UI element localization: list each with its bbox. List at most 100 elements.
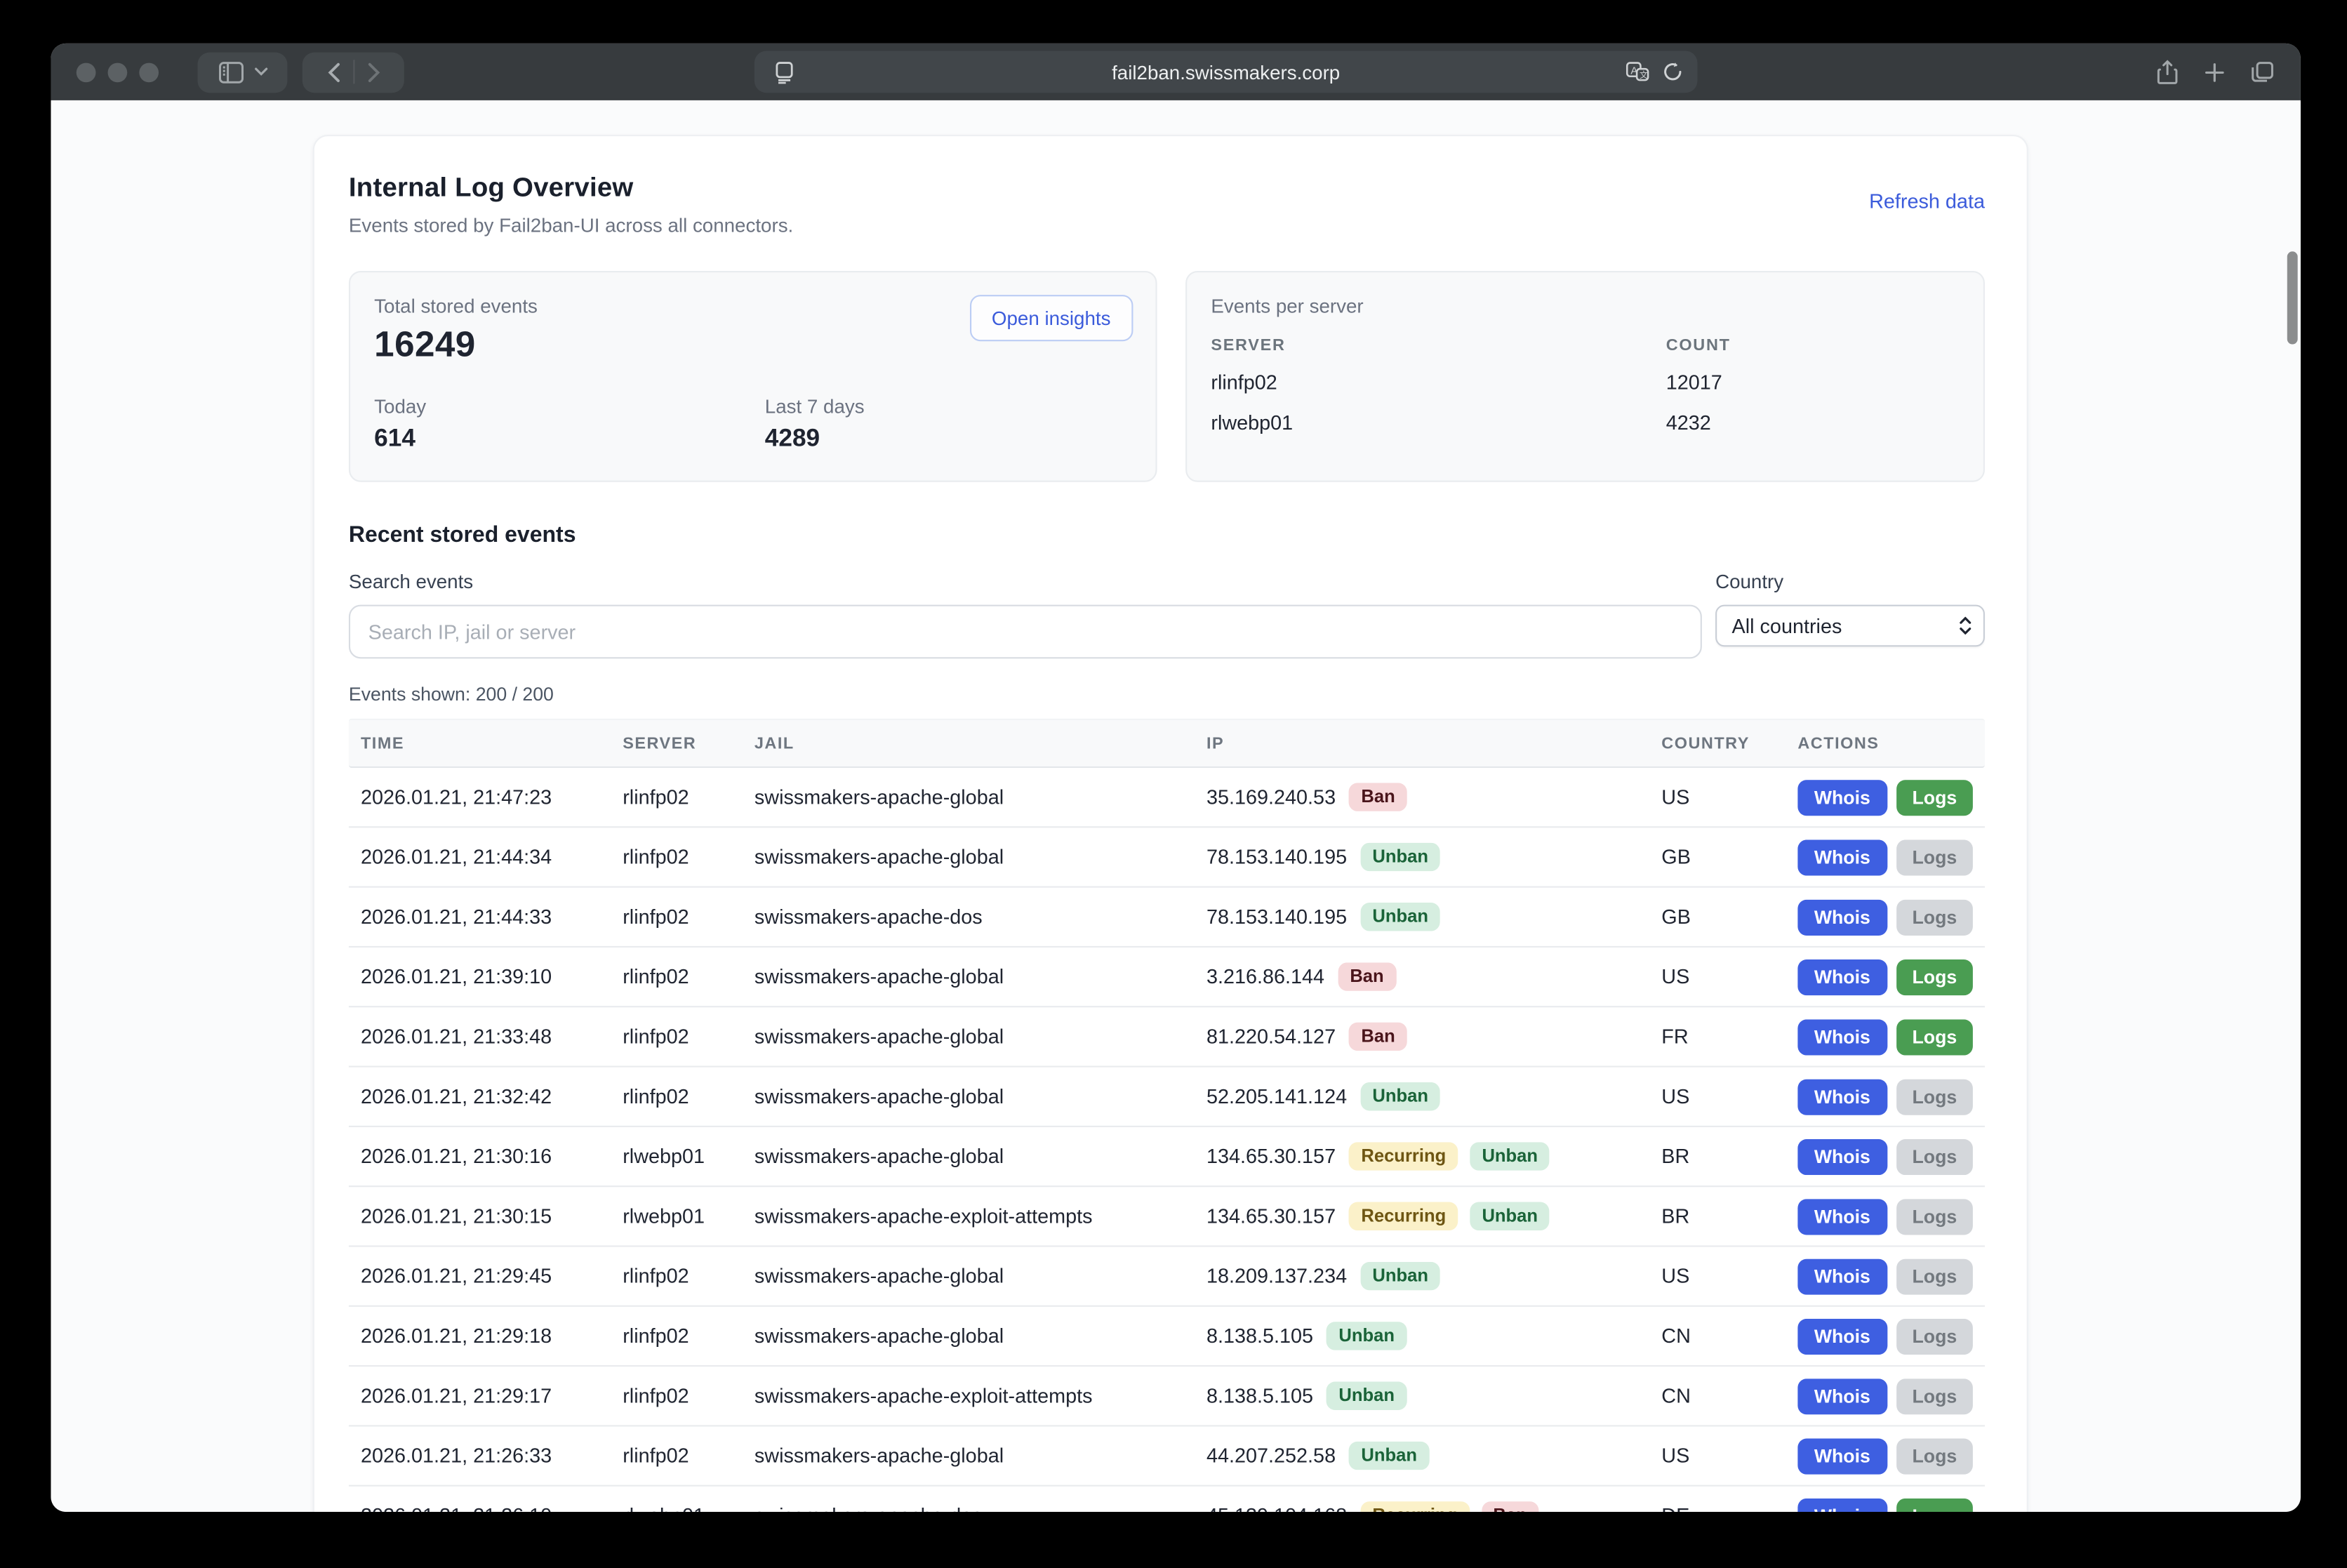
per-server-col-server: SERVER (1211, 337, 1665, 355)
logs-button[interactable]: Logs (1896, 1258, 1974, 1294)
whois-button[interactable]: Whois (1797, 1079, 1887, 1115)
open-insights-button[interactable]: Open insights (969, 295, 1133, 341)
whois-button[interactable]: Whois (1797, 1198, 1887, 1234)
chevron-down-icon (253, 67, 267, 77)
event-time: 2026.01.21, 21:39:10 (349, 966, 611, 988)
event-ip: 18.209.137.234 (1206, 1265, 1347, 1287)
nav-divider (352, 60, 354, 84)
event-country: DE (1649, 1504, 1786, 1512)
event-ip: 8.138.5.105 (1206, 1324, 1313, 1347)
logs-button[interactable]: Logs (1896, 1378, 1974, 1414)
whois-button[interactable]: Whois (1797, 959, 1887, 995)
whois-button[interactable]: Whois (1797, 1138, 1887, 1174)
reader-icon[interactable] (776, 60, 794, 83)
event-time: 2026.01.21, 21:44:33 (349, 905, 611, 928)
page-content: Internal Log Overview Events stored by F… (51, 100, 2301, 1512)
whois-button[interactable]: Whois (1797, 779, 1887, 815)
badge-ban: Ban (1481, 1501, 1538, 1512)
tabs-icon[interactable] (2252, 61, 2274, 82)
event-jail: swissmakers-apache-global (743, 1324, 1195, 1347)
forward-button[interactable] (368, 62, 380, 82)
event-server: rlinfp02 (611, 905, 743, 928)
new-tab-icon[interactable] (2205, 62, 2224, 82)
col-server: SERVER (611, 734, 743, 752)
event-country: US (1649, 786, 1786, 809)
translate-icon[interactable]: A 文 (1625, 61, 1649, 82)
logs-button[interactable]: Logs (1896, 1437, 1974, 1473)
col-jail: JAIL (743, 734, 1195, 752)
per-server-rows: rlinfp02 12017 rlwebp01 4232 (1211, 371, 1959, 434)
logs-button[interactable]: Logs (1896, 899, 1974, 935)
event-row: 2026.01.21, 21:26:10 rlwebp01 swissmaker… (349, 1487, 1985, 1512)
event-country: GB (1649, 905, 1786, 928)
event-country: US (1649, 966, 1786, 988)
event-server: rlwebp01 (611, 1145, 743, 1168)
event-time: 2026.01.21, 21:29:45 (349, 1265, 611, 1287)
event-country: CN (1649, 1385, 1786, 1407)
event-time: 2026.01.21, 21:33:48 (349, 1025, 611, 1048)
event-server: rlinfp02 (611, 1324, 743, 1347)
event-ip: 81.220.54.127 (1206, 1025, 1336, 1048)
event-badges: Ban (1349, 783, 1407, 811)
share-icon[interactable] (2157, 59, 2178, 84)
event-jail: swissmakers-apache-global (743, 1025, 1195, 1048)
whois-button[interactable]: Whois (1797, 1437, 1887, 1473)
logs-button[interactable]: Logs (1896, 1018, 1974, 1054)
event-jail: swissmakers-apache-dos (743, 905, 1195, 928)
event-country: US (1649, 1265, 1786, 1287)
whois-button[interactable]: Whois (1797, 1318, 1887, 1354)
per-server-row: rlwebp01 4232 (1211, 411, 1959, 434)
search-events-label: Search events (349, 571, 1702, 593)
country-select[interactable]: All countries (1715, 605, 1985, 647)
event-ip: 78.153.140.195 (1206, 905, 1347, 928)
event-server: rlwebp01 (611, 1504, 743, 1512)
logs-button[interactable]: Logs (1896, 1138, 1974, 1174)
server-count: 12017 (1666, 371, 1722, 394)
event-row: 2026.01.21, 21:29:18 rlinfp02 swissmaker… (349, 1307, 1985, 1367)
event-time: 2026.01.21, 21:26:33 (349, 1444, 611, 1467)
logs-button[interactable]: Logs (1896, 1498, 1974, 1512)
search-input[interactable] (349, 605, 1702, 659)
event-time: 2026.01.21, 21:29:17 (349, 1385, 611, 1407)
whois-button[interactable]: Whois (1797, 1498, 1887, 1512)
logs-button[interactable]: Logs (1896, 1198, 1974, 1234)
per-server-row: rlinfp02 12017 (1211, 371, 1959, 394)
zoom-window-button[interactable] (139, 62, 159, 82)
event-badges: Unban (1327, 1322, 1407, 1350)
events-table-header: TIME SERVER JAIL IP COUNTRY ACTIONS (349, 719, 1985, 768)
badge-unban: Unban (1327, 1381, 1407, 1410)
event-badges: Ban (1338, 962, 1395, 991)
whois-button[interactable]: Whois (1797, 899, 1887, 935)
logs-button[interactable]: Logs (1896, 959, 1974, 995)
whois-button[interactable]: Whois (1797, 1018, 1887, 1054)
logs-button[interactable]: Logs (1896, 779, 1974, 815)
event-country: CN (1649, 1324, 1786, 1347)
event-jail: swissmakers-apache-global (743, 1444, 1195, 1467)
event-row: 2026.01.21, 21:29:17 rlinfp02 swissmaker… (349, 1367, 1985, 1426)
events-shown-count: Events shown: 200 / 200 (349, 684, 1985, 705)
logs-button[interactable]: Logs (1896, 839, 1974, 875)
page-scrollbar-thumb[interactable] (2287, 251, 2298, 344)
sidebar-icon (218, 60, 243, 83)
event-time: 2026.01.21, 21:26:10 (349, 1504, 611, 1512)
browser-window: fail2ban.swissmakers.corp A 文 (51, 44, 2301, 1512)
back-button[interactable] (327, 62, 339, 82)
logs-button[interactable]: Logs (1896, 1079, 1974, 1115)
event-time: 2026.01.21, 21:30:15 (349, 1205, 611, 1228)
reload-icon[interactable] (1663, 61, 1682, 82)
refresh-data-link[interactable]: Refresh data (1869, 190, 1985, 213)
whois-button[interactable]: Whois (1797, 839, 1887, 875)
whois-button[interactable]: Whois (1797, 1258, 1887, 1294)
events-table: TIME SERVER JAIL IP COUNTRY ACTIONS 2026… (349, 719, 1985, 1512)
close-window-button[interactable] (77, 62, 96, 82)
event-ip: 134.65.30.157 (1206, 1205, 1336, 1228)
whois-button[interactable]: Whois (1797, 1378, 1887, 1414)
badge-unban: Unban (1327, 1322, 1407, 1350)
address-bar[interactable]: fail2ban.swissmakers.corp A 文 (754, 51, 1698, 93)
sidebar-toggle-button[interactable] (198, 52, 288, 93)
event-row: 2026.01.21, 21:39:10 rlinfp02 swissmaker… (349, 948, 1985, 1007)
event-server: rlinfp02 (611, 846, 743, 868)
last7-label: Last 7 days (765, 395, 865, 418)
logs-button[interactable]: Logs (1896, 1318, 1974, 1354)
minimize-window-button[interactable] (108, 62, 128, 82)
